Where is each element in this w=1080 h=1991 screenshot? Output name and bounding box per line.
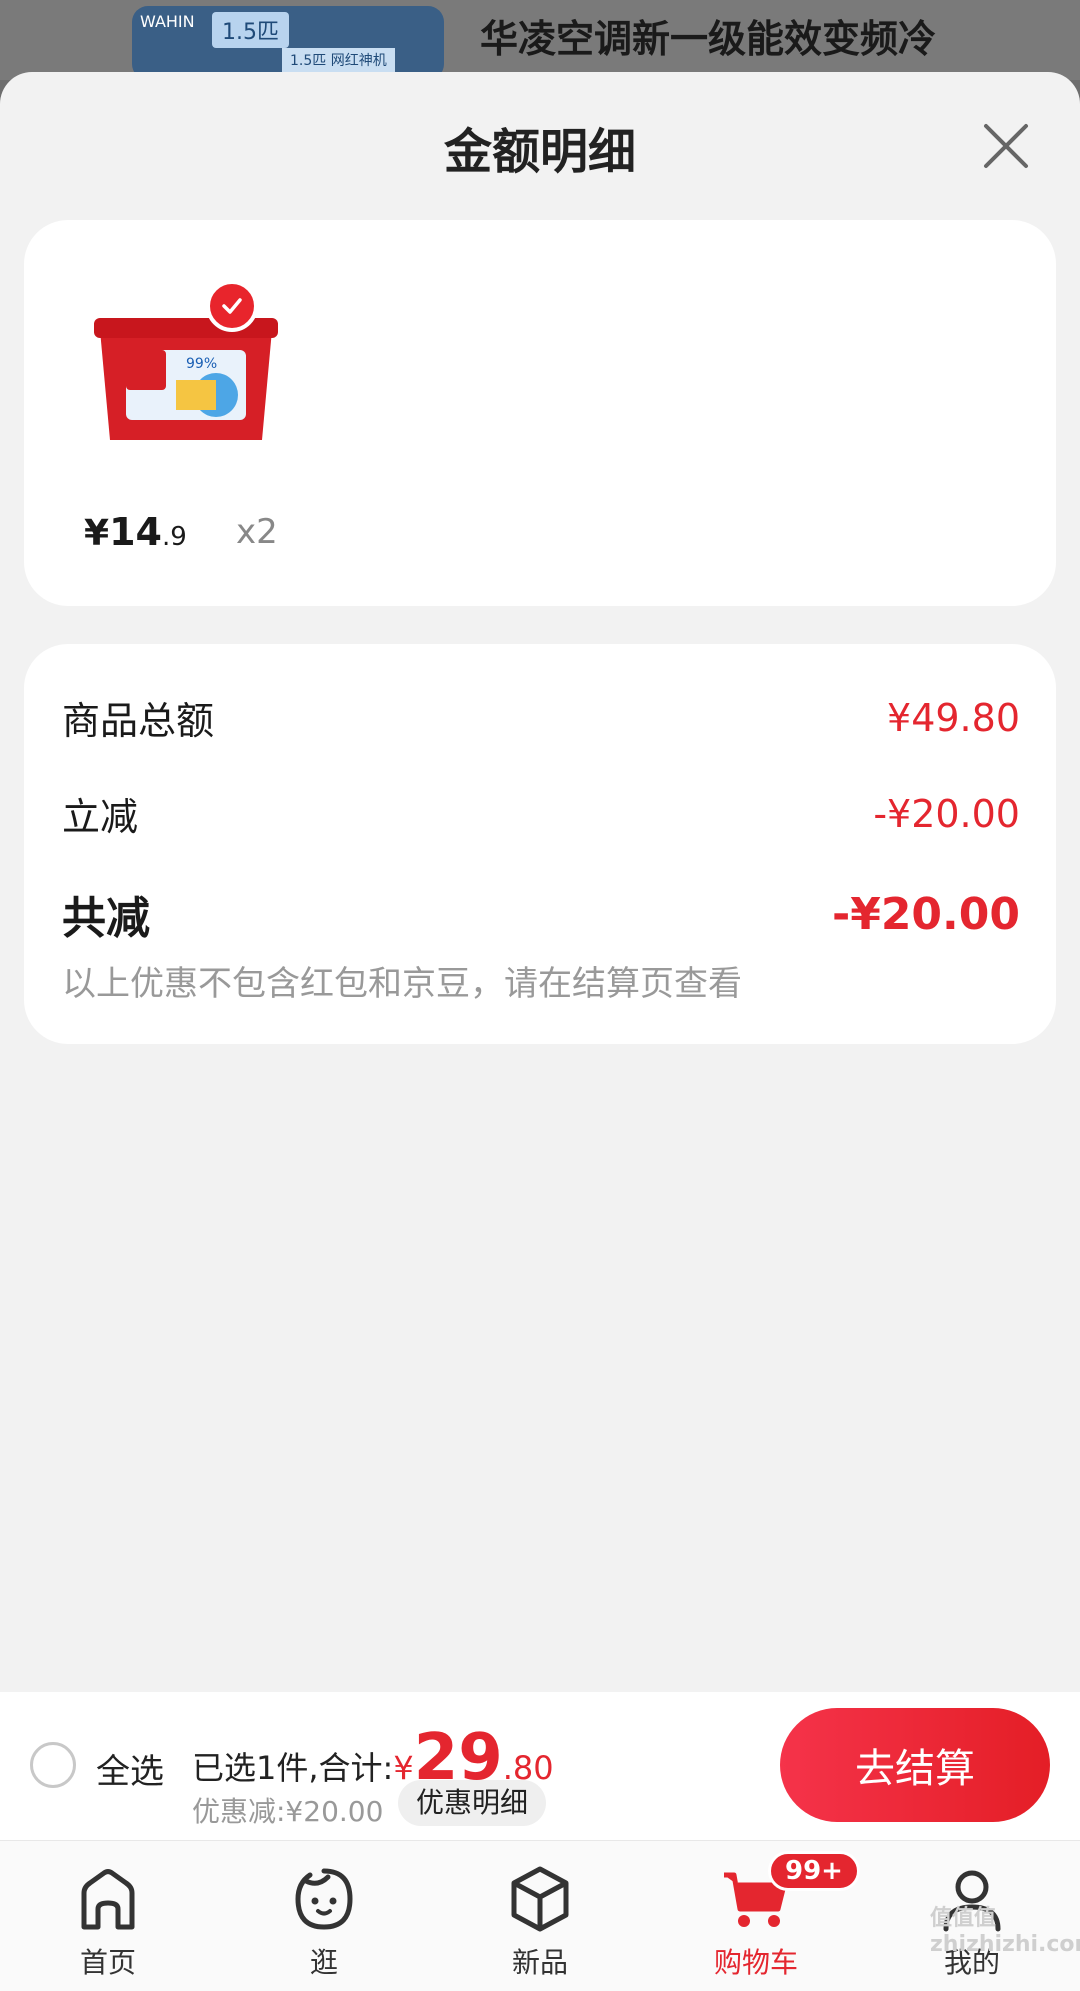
item-price-decimal: .9 bbox=[161, 522, 187, 552]
face-icon bbox=[295, 1868, 353, 1930]
item-price-symbol: ¥ bbox=[84, 513, 110, 554]
select-all-label[interactable]: 全选 bbox=[96, 1744, 164, 1793]
tab-cart-label: 购物车 bbox=[713, 1946, 798, 1979]
total-cut-row: 共减 -¥20.00 bbox=[62, 882, 1020, 946]
close-icon[interactable] bbox=[978, 118, 1034, 174]
summary-text: 已选1件,合计: bbox=[192, 1749, 394, 1787]
selected-check-icon[interactable] bbox=[206, 280, 258, 332]
price-breakdown-card: 商品总额 ¥49.80 立减 -¥20.00 共减 -¥20.00 以上优惠不包… bbox=[24, 644, 1056, 1044]
item-quantity: x2 bbox=[236, 512, 278, 552]
tab-new-label: 新品 bbox=[511, 1946, 568, 1979]
bottom-tab-bar: 首页 逛 新品 购物车 99+ 我的 bbox=[0, 1841, 1080, 1991]
tab-home-label: 首页 bbox=[79, 1946, 136, 1979]
discount-note: 以上优惠不包含红包和京豆，请在结算页查看 bbox=[62, 964, 742, 1004]
watermark: 值值值 zhizhizhi.com bbox=[930, 1906, 1080, 1957]
product-card: 99% ¥14.9 x2 bbox=[24, 220, 1056, 606]
background-page: WAHIN 1.5匹 1.5匹 网红神机 华凌空调新一级能效变频冷 bbox=[0, 0, 1080, 80]
goods-total-label: 商品总额 bbox=[62, 699, 215, 743]
instant-cut-row: 立减 -¥20.00 bbox=[62, 786, 1020, 841]
discount-summary: 优惠减:¥20.00 bbox=[192, 1795, 384, 1828]
item-price-integer: 14 bbox=[109, 510, 162, 554]
home-icon bbox=[81, 1869, 135, 1930]
sheet-title: 金额明细 bbox=[443, 124, 636, 180]
background-product-thumbnail: WAHIN 1.5匹 1.5匹 网红神机 bbox=[132, 6, 444, 80]
checkout-bar: 全选 已选1件,合计: ¥ 29 .80 优惠减:¥20.00 优惠明细 去结算 bbox=[0, 1692, 1080, 1841]
select-all-radio[interactable] bbox=[30, 1742, 76, 1788]
cart-badge: 99+ bbox=[768, 1851, 860, 1891]
thumb-brand: WAHIN bbox=[140, 12, 195, 31]
amount-detail-sheet: 金额明细 99% ¥14.9 x2 商品总额 ¥49.80 立减 -¥20.00… bbox=[0, 72, 1080, 1692]
goods-total-value: ¥49.80 bbox=[887, 695, 1020, 740]
tab-browse[interactable]: 逛 bbox=[244, 1859, 404, 1979]
total-integer: 29 bbox=[413, 1721, 503, 1795]
box-icon bbox=[511, 1866, 569, 1932]
tab-new[interactable]: 新品 bbox=[460, 1859, 620, 1979]
instant-cut-label: 立减 bbox=[62, 795, 139, 839]
instant-cut-value: -¥20.00 bbox=[873, 791, 1020, 836]
total-cut-label: 共减 bbox=[62, 893, 150, 944]
goods-total-row: 商品总额 ¥49.80 bbox=[62, 690, 1020, 745]
thumb-tag-secondary: 1.5匹 网红神机 bbox=[282, 48, 395, 72]
tab-home[interactable]: 首页 bbox=[28, 1859, 188, 1979]
total-cut-value: -¥20.00 bbox=[831, 888, 1020, 940]
background-product-title: 华凌空调新一级能效变频冷 bbox=[480, 17, 937, 61]
tab-browse-label: 逛 bbox=[309, 1946, 338, 1979]
checkout-button[interactable]: 去结算 bbox=[780, 1708, 1050, 1822]
svg-text:99%: 99% bbox=[186, 356, 217, 372]
thumb-tag: 1.5匹 bbox=[212, 12, 289, 48]
item-price: ¥14.9 bbox=[84, 510, 187, 554]
discount-detail-button[interactable]: 优惠明细 bbox=[398, 1780, 547, 1826]
